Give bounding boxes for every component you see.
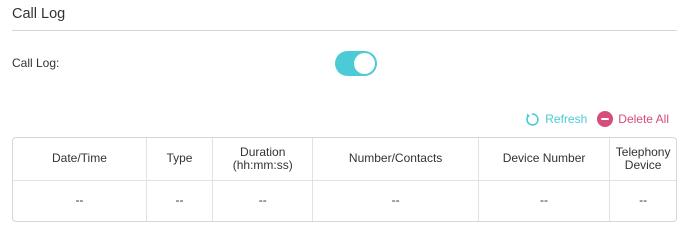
header-telephony-line1: Telephony [615, 144, 671, 159]
header-duration-line1: Duration [240, 144, 286, 159]
table-header-row: Date/Time Type Duration (hh:mm:ss) Numbe… [13, 138, 676, 181]
delete-all-button[interactable]: Delete All [597, 111, 669, 127]
header-type: Type [146, 138, 214, 181]
toggle-knob [354, 53, 375, 74]
cell-device-number: -- [478, 180, 611, 221]
cell-type: -- [146, 180, 214, 221]
title-divider [12, 30, 677, 31]
header-duration: Duration (hh:mm:ss) [212, 138, 314, 181]
refresh-label: Refresh [545, 112, 588, 126]
header-number-contacts: Number/Contacts [312, 138, 479, 181]
call-log-toggle[interactable] [335, 51, 377, 76]
cell-date-time: -- [13, 180, 147, 221]
header-device-number: Device Number [478, 138, 611, 181]
refresh-icon [525, 112, 540, 127]
cell-number-contacts: -- [312, 180, 479, 221]
header-date-time: Date/Time [13, 138, 147, 181]
refresh-button[interactable]: Refresh [525, 112, 587, 127]
header-telephony-device: Telephony Device [609, 138, 676, 181]
header-telephony-line2: Device [624, 157, 662, 172]
minus-circle-icon [597, 111, 614, 127]
table-actions: Refresh Delete All [525, 110, 669, 128]
page-title: Call Log [12, 6, 66, 22]
table-row: -- -- -- -- -- -- [13, 180, 676, 221]
delete-all-label: Delete All [618, 112, 669, 126]
cell-duration: -- [212, 180, 314, 221]
call-log-table: Date/Time Type Duration (hh:mm:ss) Numbe… [12, 137, 677, 222]
header-duration-line2: (hh:mm:ss) [232, 157, 293, 172]
call-log-label: Call Log: [12, 56, 60, 70]
cell-telephony-device: -- [639, 193, 648, 208]
